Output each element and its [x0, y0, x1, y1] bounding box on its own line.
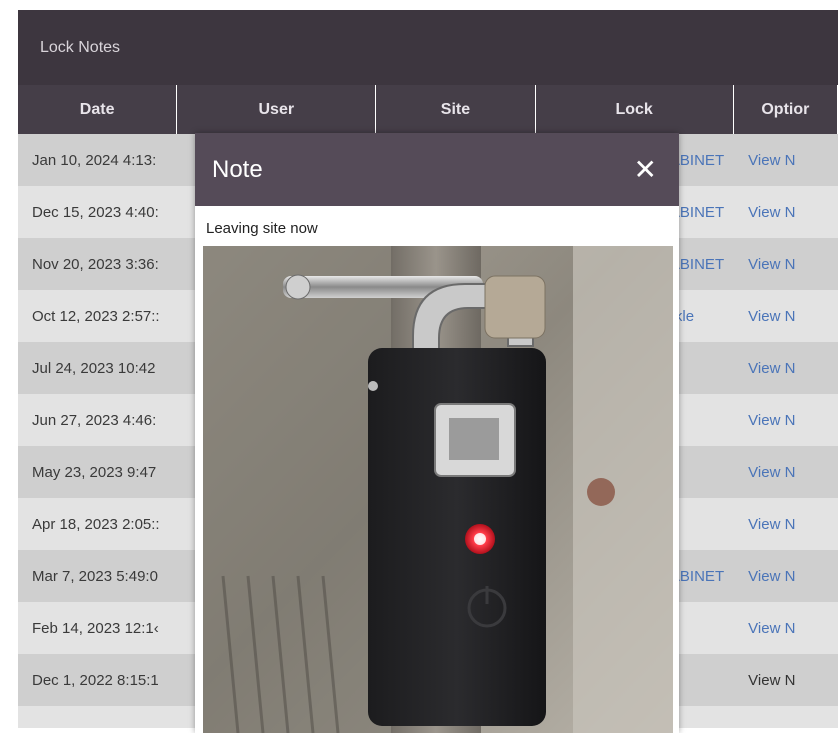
cell-date: Nov 20, 2023 3:36:: [32, 255, 159, 273]
view-note-link[interactable]: View N: [733, 654, 838, 706]
column-header-date[interactable]: Date: [18, 85, 178, 134]
cell-date: Dec 15, 2023 4:40:: [32, 203, 159, 221]
cell-date: Oct 12, 2023 2:57::: [32, 307, 160, 325]
panel-title: Lock Notes: [18, 10, 838, 85]
cell-date: Apr 18, 2023 2:05::: [32, 515, 160, 533]
cell-date: Mar 7, 2023 5:49:0: [32, 567, 158, 585]
column-header-lock[interactable]: Lock: [536, 85, 734, 134]
view-note-link[interactable]: View N: [733, 290, 838, 342]
view-note-link[interactable]: View N: [733, 238, 838, 290]
view-note-link[interactable]: View N: [733, 446, 838, 498]
column-header-options: Optior: [734, 85, 838, 134]
view-note-link[interactable]: View N: [733, 394, 838, 446]
view-note-link[interactable]: View N: [733, 134, 838, 186]
view-note-link[interactable]: [733, 706, 838, 728]
close-icon[interactable]: ✕: [634, 155, 657, 184]
cell-date: [18, 706, 178, 728]
modal-header: Note ✕: [195, 133, 679, 206]
cell-date: Jul 24, 2023 10:42: [32, 359, 156, 377]
modal-title: Note: [212, 155, 263, 183]
cell-date: Jun 27, 2023 4:46:: [32, 411, 157, 429]
column-header-user[interactable]: User: [177, 85, 377, 134]
note-photo[interactable]: [203, 246, 673, 733]
table-header: Date User Site Lock Optior: [18, 85, 838, 134]
view-note-link[interactable]: View N: [733, 550, 838, 602]
view-note-link[interactable]: View N: [733, 602, 838, 654]
cell-date: Dec 1, 2022 8:15:1: [32, 671, 159, 689]
cell-date: Feb 14, 2023 12:1‹: [32, 619, 159, 637]
column-header-site[interactable]: Site: [376, 85, 536, 134]
cell-date: May 23, 2023 9:47: [32, 463, 157, 481]
note-text: Leaving site now: [206, 220, 318, 237]
cell-date: Jan 10, 2024 4:13:: [32, 151, 157, 169]
view-note-link[interactable]: View N: [733, 186, 838, 238]
view-note-link[interactable]: View N: [733, 342, 838, 394]
note-modal: Note ✕ Leaving site now: [195, 133, 679, 733]
view-note-link[interactable]: View N: [733, 498, 838, 550]
